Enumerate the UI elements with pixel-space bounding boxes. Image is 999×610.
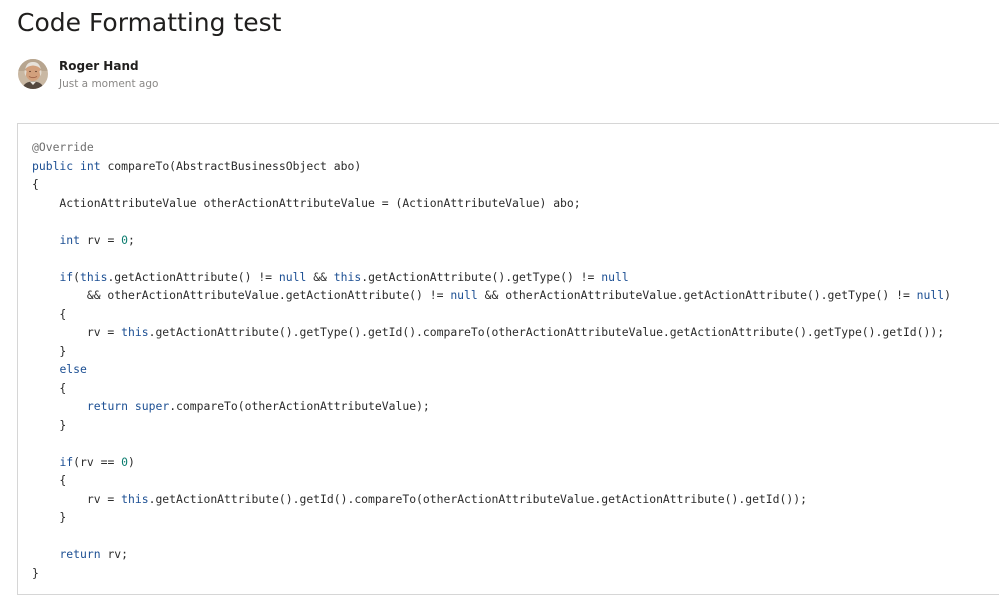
code-line: ActionAttributeValue otherActionAttribut… [32,194,951,213]
code-number: 0 [121,232,129,247]
code-line: else [32,360,951,379]
code-text: } [32,510,67,524]
code-text: .compareTo(otherActionAttributeValue); [169,399,430,413]
code-text: .getActionAttribute().getId().compareTo(… [148,491,807,506]
code-line: { [32,305,951,324]
code-line: if(this.getActionAttribute() != null && … [32,268,951,287]
code-text: } [32,565,39,580]
avatar-photo [18,59,48,89]
post-timestamp: Just a moment ago [59,78,159,90]
code-keyword: this [333,269,362,284]
code-text: { [32,380,67,395]
code-snippet: @Override public int compareTo(AbstractBu… [32,138,951,582]
code-line: } [32,508,951,527]
code-line: return super.compareTo(otherActionAttrib… [32,397,951,416]
code-line: { [32,175,951,194]
code-text: { [32,473,67,487]
code-text: rv; [100,547,129,561]
code-line: rv = this.getActionAttribute().getId().c… [32,490,951,509]
code-text: && otherActionAttributeValue.getActionAt… [477,288,917,302]
code-text: && otherActionAttributeValue.getActionAt… [32,288,451,302]
code-text: .getActionAttribute().getType() != [361,269,602,284]
code-text: rv = [32,325,122,339]
code-line: && otherActionAttributeValue.getActionAt… [32,286,951,305]
code-text: { [32,306,67,321]
code-text: compareTo(AbstractBusinessObject abo) [100,158,362,173]
code-line: public int compareTo(AbstractBusinessObj… [32,157,951,176]
code-keyword: public [32,158,74,173]
code-text: ) [128,454,135,469]
code-keyword: if [59,454,74,469]
code-text: && [306,269,334,284]
code-keyword: this [121,325,149,339]
code-line: return rv; [32,545,951,564]
avatar[interactable] [18,59,48,89]
code-keyword: this [121,491,149,506]
code-line: rv = this.getActionAttribute().getType()… [32,323,951,342]
code-block: @Override public int compareTo(AbstractBu… [17,123,999,595]
code-keyword: this [80,269,108,284]
code-keyword: null [916,288,945,302]
code-line: } [32,564,951,583]
code-keyword: null [278,269,307,284]
code-keyword: null [450,288,478,302]
code-line: int rv = 0; [32,231,951,250]
code-line: @Override [32,138,951,157]
code-text: rv = [80,232,122,247]
code-keyword: else [59,362,87,376]
code-line: { [32,471,951,490]
code-annotation: @Override [32,140,94,154]
code-line: } [32,342,951,361]
code-line: { [32,379,951,398]
code-text: (rv == [73,454,122,469]
code-keyword: return [59,547,101,561]
code-keyword: null [601,269,629,284]
code-line: if(rv == 0) [32,453,951,472]
code-text: .getActionAttribute().getType().getId().… [148,325,945,339]
code-text: ActionAttributeValue otherActionAttribut… [32,195,581,210]
code-text: ) [944,288,951,302]
code-number: 0 [121,454,129,469]
code-keyword: return [86,399,129,413]
code-text: { [32,177,39,191]
author-name[interactable]: Roger Hand [59,58,139,74]
code-line: } [32,416,951,435]
code-text: ; [128,232,135,247]
code-text: .getActionAttribute() != [107,269,279,284]
code-keyword: int [80,158,101,173]
page-title: Code Formatting test [17,8,282,37]
code-text: } [32,343,67,358]
code-text: } [32,417,67,432]
code-keyword: int [59,232,81,247]
code-keyword: super [134,399,170,413]
code-text: rv = [32,491,122,506]
code-text: ( [73,269,81,284]
code-keyword: if [59,269,74,284]
